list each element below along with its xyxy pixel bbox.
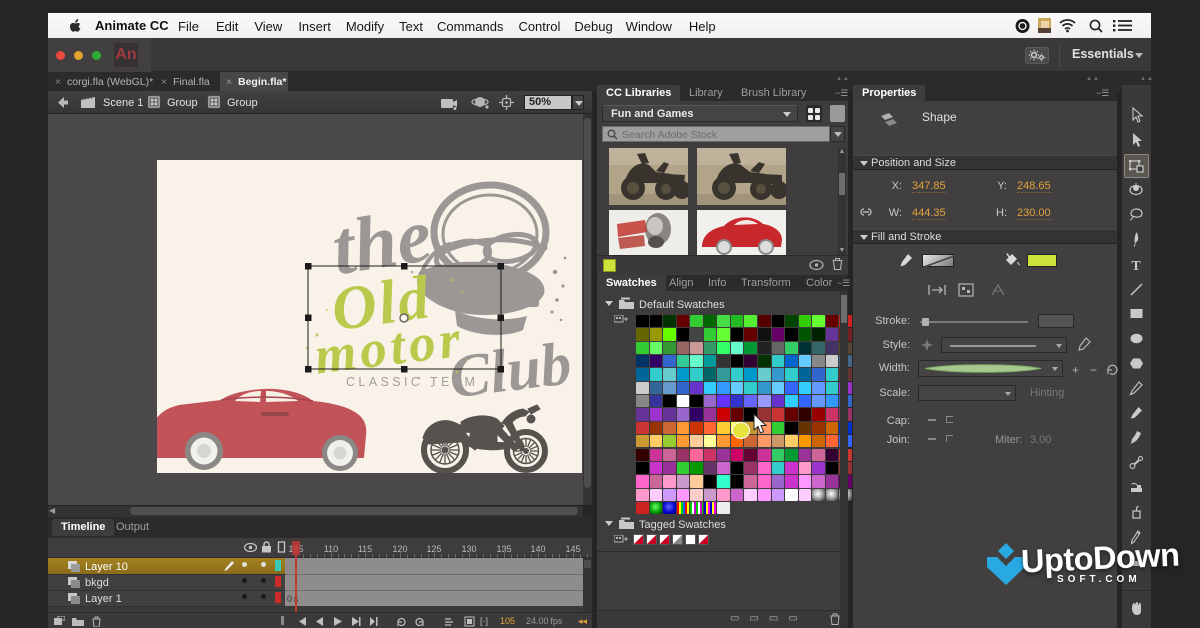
svg-text:CLASSIC TEAM: CLASSIC TEAM	[346, 375, 478, 389]
